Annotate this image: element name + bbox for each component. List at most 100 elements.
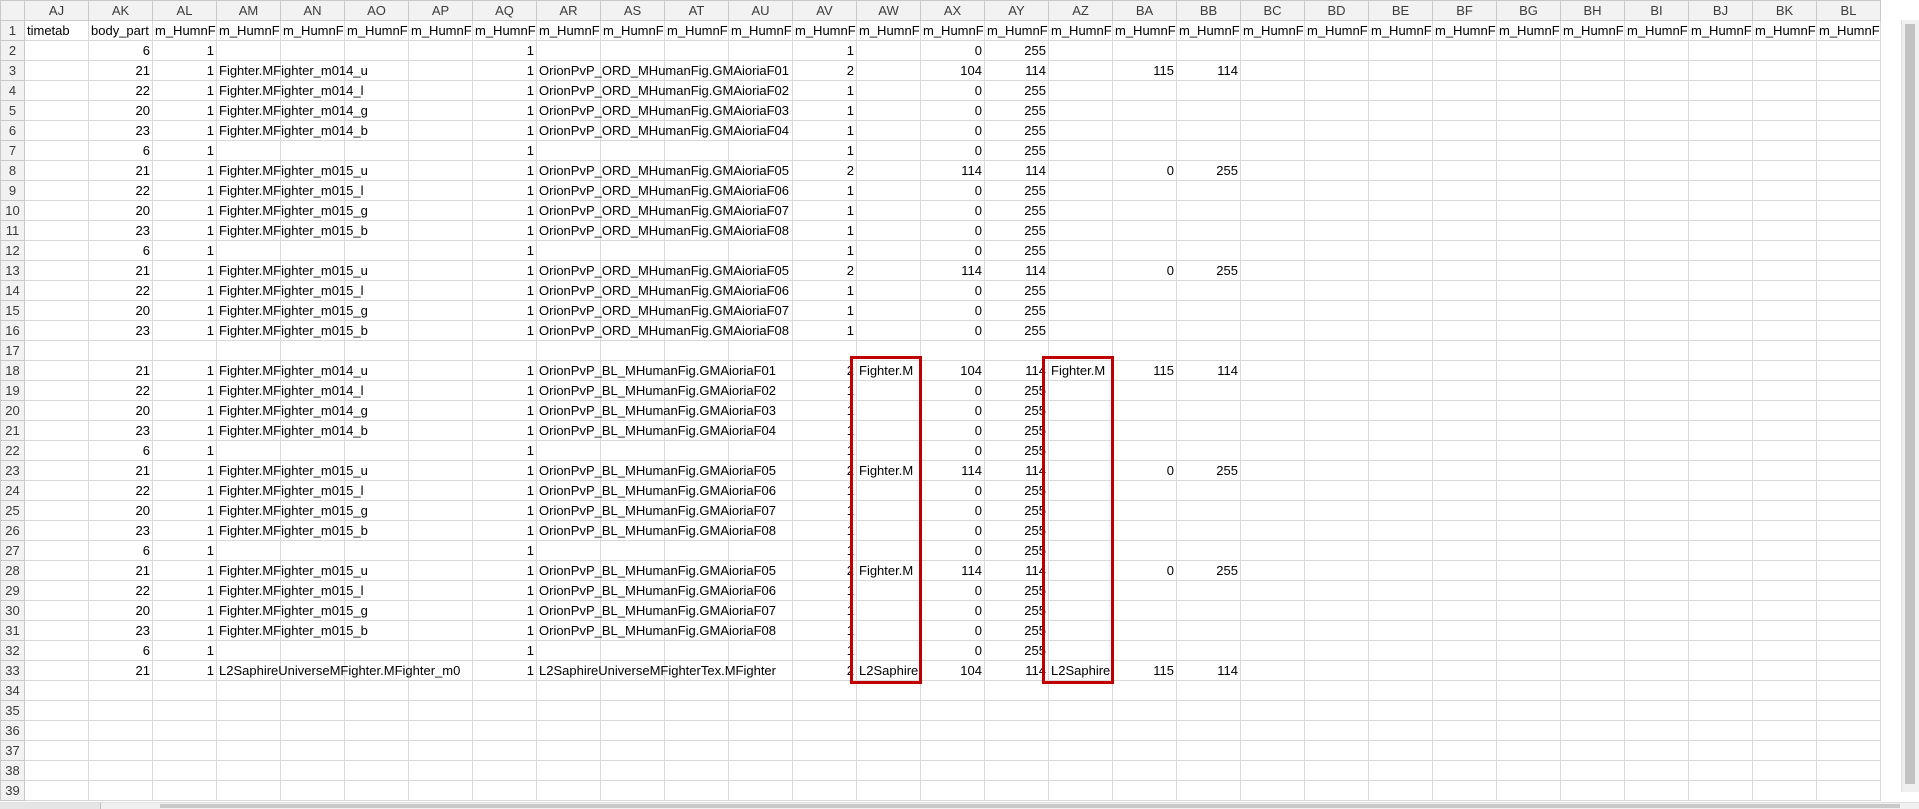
cell-ak33[interactable]: 21 (88, 660, 153, 681)
cell-ax26[interactable]: 0 (920, 520, 985, 541)
cell-av37[interactable] (792, 740, 857, 761)
column-header-aq[interactable]: AQ (472, 0, 537, 21)
cell-ak11[interactable]: 23 (88, 220, 153, 241)
cell-bl28[interactable] (1816, 560, 1881, 581)
cell-bk39[interactable] (1752, 780, 1817, 801)
cell-bb3[interactable]: 114 (1176, 60, 1241, 81)
cell-ap14[interactable] (408, 280, 473, 301)
cell-aw20[interactable] (856, 400, 921, 421)
cell-be38[interactable] (1368, 760, 1433, 781)
cell-bb18[interactable]: 114 (1176, 360, 1241, 381)
cell-bj29[interactable] (1688, 580, 1753, 601)
cell-ax6[interactable]: 0 (920, 120, 985, 141)
cell-av4[interactable]: 1 (792, 80, 857, 101)
cell-ax32[interactable]: 0 (920, 640, 985, 661)
cell-bf2[interactable] (1432, 40, 1497, 61)
cell-ar10[interactable]: OrionPvP_ORD_MHumanFig.GMAioriaF07 (536, 200, 789, 221)
cell-aw7[interactable] (856, 140, 921, 161)
cell-as39[interactable] (600, 780, 665, 801)
cell-ar22[interactable] (536, 440, 601, 461)
cell-ay3[interactable]: 114 (984, 60, 1049, 81)
cell-bj37[interactable] (1688, 740, 1753, 761)
cell-aw39[interactable] (856, 780, 921, 801)
cell-aj8[interactable] (24, 160, 89, 181)
cell-bf34[interactable] (1432, 680, 1497, 701)
cell-ao32[interactable] (344, 640, 409, 661)
cell-am4[interactable]: Fighter.MFighter_m014_l (216, 80, 364, 101)
cell-ay22[interactable]: 255 (984, 440, 1049, 461)
cell-bd15[interactable] (1304, 300, 1369, 321)
cell-be1[interactable]: m_HumnF (1368, 20, 1433, 41)
cell-bc10[interactable] (1240, 200, 1305, 221)
column-header-bc[interactable]: BC (1240, 0, 1305, 21)
column-header-ba[interactable]: BA (1112, 0, 1177, 21)
cell-bd34[interactable] (1304, 680, 1369, 701)
cell-bf33[interactable] (1432, 660, 1497, 681)
cell-bc5[interactable] (1240, 100, 1305, 121)
cell-al27[interactable]: 1 (152, 540, 217, 561)
cell-bf29[interactable] (1432, 580, 1497, 601)
cell-ap24[interactable] (408, 480, 473, 501)
cell-bd30[interactable] (1304, 600, 1369, 621)
cell-aj14[interactable] (24, 280, 89, 301)
row-header[interactable]: 21 (0, 420, 25, 441)
cell-az27[interactable] (1048, 540, 1113, 561)
cell-as2[interactable] (600, 40, 665, 61)
cell-aw17[interactable] (856, 340, 921, 361)
cell-bj20[interactable] (1688, 400, 1753, 421)
cell-be29[interactable] (1368, 580, 1433, 601)
cell-be3[interactable] (1368, 60, 1433, 81)
cell-be4[interactable] (1368, 80, 1433, 101)
cell-bk1[interactable]: m_HumnF (1752, 20, 1817, 41)
cell-bl12[interactable] (1816, 240, 1881, 261)
cell-bl30[interactable] (1816, 600, 1881, 621)
cell-be30[interactable] (1368, 600, 1433, 621)
row-header[interactable]: 5 (0, 100, 25, 121)
cell-aw36[interactable] (856, 720, 921, 741)
cell-aw30[interactable] (856, 600, 921, 621)
cell-bb33[interactable]: 114 (1176, 660, 1241, 681)
cell-bk35[interactable] (1752, 700, 1817, 721)
cell-al26[interactable]: 1 (152, 520, 217, 541)
cell-bk2[interactable] (1752, 40, 1817, 61)
cell-bb22[interactable] (1176, 440, 1241, 461)
cell-bk24[interactable] (1752, 480, 1817, 501)
row-header[interactable]: 24 (0, 480, 25, 501)
column-header-bg[interactable]: BG (1496, 0, 1561, 21)
cell-am12[interactable] (216, 240, 281, 261)
cell-al38[interactable] (152, 760, 217, 781)
cell-bd12[interactable] (1304, 240, 1369, 261)
cell-bc28[interactable] (1240, 560, 1305, 581)
cell-bi39[interactable] (1624, 780, 1689, 801)
cell-bf37[interactable] (1432, 740, 1497, 761)
cell-au17[interactable] (728, 340, 793, 361)
cell-bf17[interactable] (1432, 340, 1497, 361)
cell-at34[interactable] (664, 680, 729, 701)
cell-ax31[interactable]: 0 (920, 620, 985, 641)
cell-ak34[interactable] (88, 680, 153, 701)
cell-bg34[interactable] (1496, 680, 1561, 701)
cell-al5[interactable]: 1 (152, 100, 217, 121)
cell-ao2[interactable] (344, 40, 409, 61)
cell-av24[interactable]: 1 (792, 480, 857, 501)
cell-aw24[interactable] (856, 480, 921, 501)
cell-aw25[interactable] (856, 500, 921, 521)
cell-bf7[interactable] (1432, 140, 1497, 161)
cell-az3[interactable] (1048, 60, 1113, 81)
cell-bk34[interactable] (1752, 680, 1817, 701)
cell-al39[interactable] (152, 780, 217, 801)
cell-bl19[interactable] (1816, 380, 1881, 401)
cell-am7[interactable] (216, 140, 281, 161)
cell-aj23[interactable] (24, 460, 89, 481)
cell-aj6[interactable] (24, 120, 89, 141)
cell-bf18[interactable] (1432, 360, 1497, 381)
cell-av27[interactable]: 1 (792, 540, 857, 561)
row-header[interactable]: 22 (0, 440, 25, 461)
cell-an12[interactable] (280, 240, 345, 261)
cell-bi17[interactable] (1624, 340, 1689, 361)
cell-be5[interactable] (1368, 100, 1433, 121)
cell-bc23[interactable] (1240, 460, 1305, 481)
cell-ay18[interactable]: 114 (984, 360, 1049, 381)
cell-aq19[interactable]: 1 (472, 380, 537, 401)
cell-aj30[interactable] (24, 600, 89, 621)
